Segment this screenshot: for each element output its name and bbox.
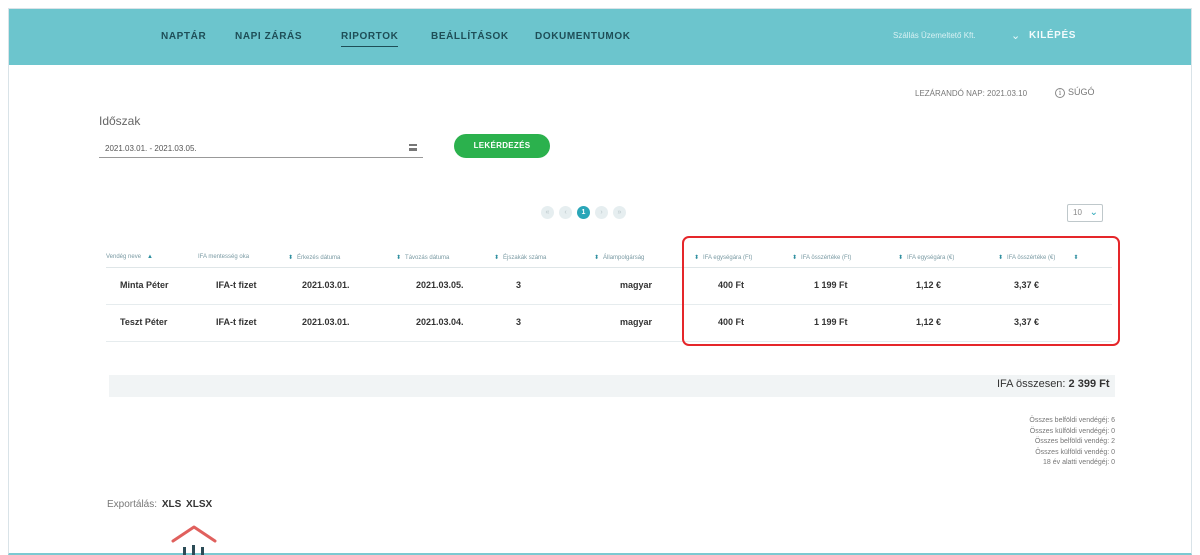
sort-icon: ⬍	[1073, 255, 1079, 261]
cell-unit-vat-huf: 400 Ft	[718, 280, 745, 290]
stat-domestic-guest-nights: Összes belföldi vendégéj: 6	[1029, 417, 1115, 424]
next-page-button[interactable]: ›	[595, 206, 608, 219]
cell-total-vat-eur: 3,37 €	[1014, 317, 1040, 327]
export-section: Exportálás: XLS XLSX	[107, 499, 212, 510]
vat-total-label: IFA összesen:	[997, 378, 1066, 390]
nav-item-settings[interactable]: BEÁLLÍTÁSOK	[431, 31, 509, 42]
column-header-unit-vat-eur[interactable]: ⬍ IFA egységára (€)	[898, 254, 954, 261]
top-navigation-bar: NAPTÁR NAPI ZÁRÁS RIPORTOK BEÁLLÍTÁSOK D…	[9, 9, 1191, 65]
sort-icon: ⬍	[594, 255, 600, 261]
chevron-down-icon[interactable]: ⌄	[1011, 29, 1020, 42]
column-header-departure[interactable]: ⬍ Távozás dátuma	[396, 254, 449, 261]
nav-item-documents[interactable]: DOKUMENTUMOK	[535, 31, 631, 42]
cell-total-vat-huf: 1 199 Ft	[814, 280, 848, 290]
period-label: Időszak	[99, 114, 141, 128]
column-header-citizenship[interactable]: ⬍ Állampolgárság	[594, 254, 644, 261]
cell-unit-vat-eur: 1,12 €	[916, 317, 942, 327]
last-page-button[interactable]: »	[613, 206, 626, 219]
nav-item-reports[interactable]: RIPORTOK	[341, 31, 399, 47]
calendar-icon[interactable]	[409, 144, 417, 151]
closing-day-status: LEZÁRANDÓ NAP: 2021.03.10	[915, 89, 1028, 98]
column-header-unit-vat-huf[interactable]: ⬍ IFA egységára (Ft)	[694, 254, 752, 261]
column-header-nights[interactable]: ⬍ Éjszakák száma	[494, 254, 546, 261]
export-xlsx-link[interactable]: XLSX	[186, 499, 212, 510]
vat-total: IFA összesen: 2 399 Ft	[997, 378, 1110, 390]
stat-under-18-guest-nights: 18 év alatti vendégéj: 0	[1043, 459, 1115, 466]
sort-up-icon: ▲	[147, 254, 153, 260]
cell-guest-name: Teszt Péter	[120, 317, 168, 327]
query-button[interactable]: LEKÉRDEZÉS	[454, 134, 550, 158]
cell-unit-vat-eur: 1,12 €	[916, 280, 942, 290]
column-header-arrival[interactable]: ⬍ Érkezés dátuma	[288, 254, 340, 261]
nav-item-daily-closing[interactable]: NAPI ZÁRÁS	[235, 31, 302, 42]
stat-domestic-guests: Összes belföldi vendég: 2	[1034, 438, 1115, 445]
cell-arrival: 2021.03.01.	[302, 280, 350, 290]
period-date-range-input[interactable]	[99, 140, 423, 158]
cell-citizenship: magyar	[620, 317, 653, 327]
cell-nights: 3	[516, 317, 522, 327]
cell-citizenship: magyar	[620, 280, 653, 290]
page-size-select[interactable]: 10 ⌄	[1067, 204, 1103, 222]
house-logo-icon	[171, 525, 217, 555]
sort-icon: ⬍	[898, 255, 904, 261]
cell-total-vat-huf: 1 199 Ft	[814, 317, 848, 327]
prev-page-button[interactable]: ‹	[559, 206, 572, 219]
sort-icon: ⬍	[396, 255, 402, 261]
stat-foreign-guest-nights: Összes külföldi vendégéj: 0	[1029, 427, 1115, 435]
info-icon: i	[1055, 88, 1065, 98]
cell-arrival: 2021.03.01.	[302, 317, 350, 327]
page-1-button[interactable]: 1	[577, 206, 590, 219]
export-xls-link[interactable]: XLS	[162, 499, 181, 510]
column-header-total-vat-eur[interactable]: ⬍ IFA összértéke (€) ⬍	[998, 254, 1078, 261]
sort-icon: ⬍	[792, 255, 798, 261]
page-size-value: 10	[1073, 208, 1082, 217]
sort-icon: ⬍	[288, 255, 294, 261]
cell-exemption: IFA-t fizet	[216, 280, 257, 290]
app-window: NAPTÁR NAPI ZÁRÁS RIPORTOK BEÁLLÍTÁSOK D…	[8, 8, 1192, 555]
nav-item-calendar[interactable]: NAPTÁR	[161, 31, 206, 42]
table-row[interactable]: Minta Péter IFA-t fizet 2021.03.01. 2021…	[106, 268, 1112, 305]
column-header-exemption[interactable]: IFA mentesség oka	[198, 254, 249, 260]
sort-icon: ⬍	[998, 255, 1004, 261]
user-menu[interactable]: Szállás Üzemeltető Kft.	[893, 31, 976, 40]
first-page-button[interactable]: «	[541, 206, 554, 219]
cell-departure: 2021.03.04.	[416, 317, 464, 327]
vat-total-value: 2 399 Ft	[1068, 378, 1110, 390]
table-row[interactable]: Teszt Péter IFA-t fizet 2021.03.01. 2021…	[106, 305, 1112, 342]
cell-departure: 2021.03.05.	[416, 280, 464, 290]
column-header-guest-name[interactable]: Vendég neve ▲	[106, 254, 153, 260]
summary-band	[109, 375, 1115, 397]
cell-guest-name: Minta Péter	[120, 280, 169, 290]
cell-nights: 3	[516, 280, 522, 290]
help-link[interactable]: i SÚGÓ	[1055, 87, 1095, 98]
help-label: SÚGÓ	[1068, 87, 1095, 97]
cell-total-vat-eur: 3,37 €	[1014, 280, 1040, 290]
table-header: Vendég neve ▲ IFA mentesség oka ⬍ Érkezés …	[106, 248, 1112, 268]
guest-statistics: Összes belföldi vendégéj: 6 Összes külfö…	[931, 416, 1115, 469]
chevron-down-icon: ⌄	[1089, 207, 1098, 218]
stat-foreign-guests: Összes külföldi vendég: 0	[1035, 448, 1115, 456]
cell-exemption: IFA-t fizet	[216, 317, 257, 327]
column-header-total-vat-huf[interactable]: ⬍ IFA összértéke (Ft)	[792, 254, 851, 261]
logout-button[interactable]: KILÉPÉS	[1029, 30, 1076, 41]
sort-icon: ⬍	[694, 255, 700, 261]
cell-unit-vat-huf: 400 Ft	[718, 317, 745, 327]
sort-icon: ⬍	[494, 255, 500, 261]
export-label: Exportálás:	[107, 499, 158, 510]
